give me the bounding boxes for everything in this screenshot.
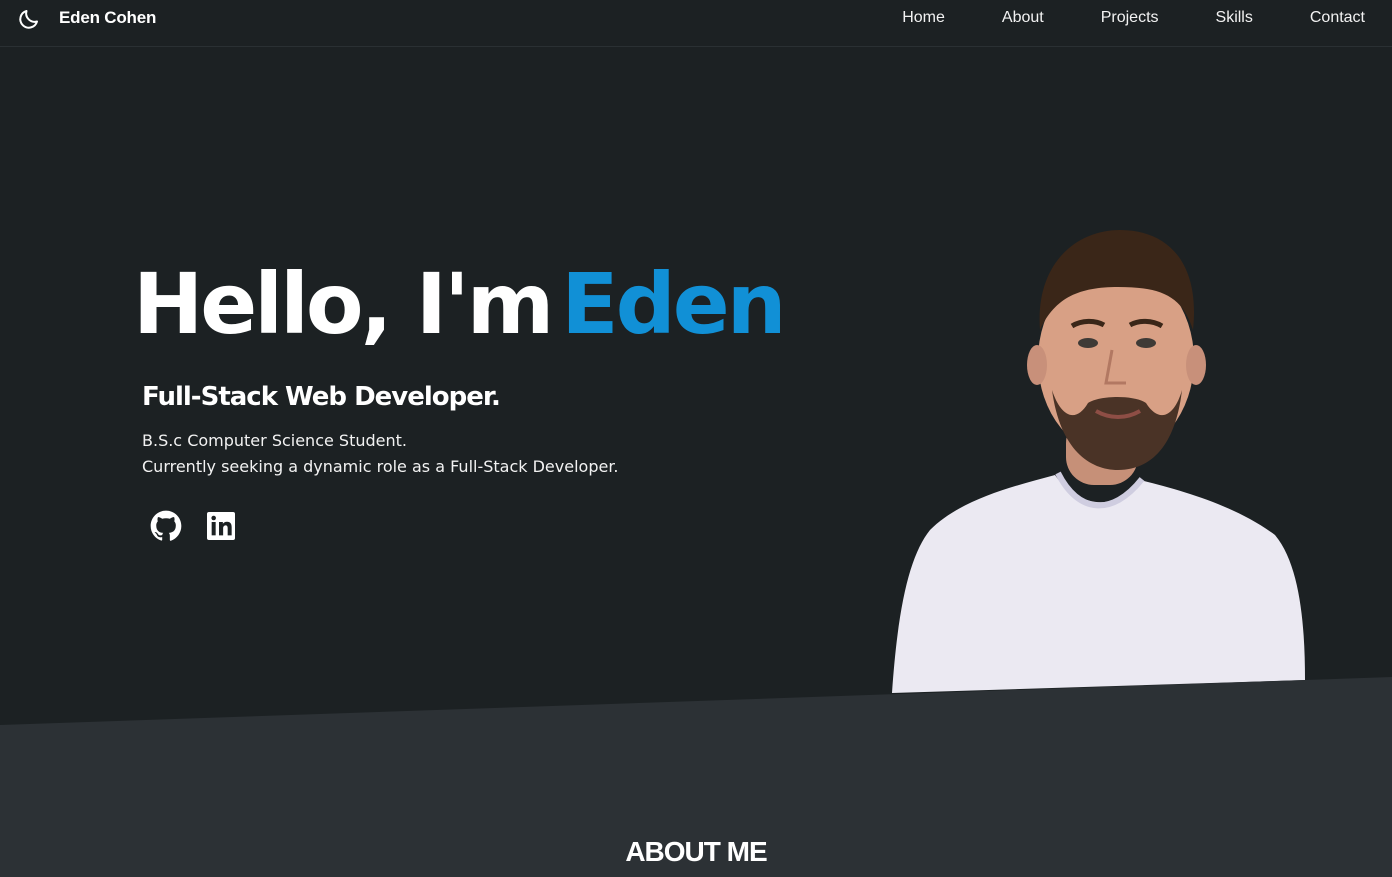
nav-link-home[interactable]: Home <box>902 9 945 27</box>
nav-link-contact[interactable]: Contact <box>1310 9 1365 27</box>
nav-link-skills[interactable]: Skills <box>1216 9 1253 27</box>
hero-greeting: Hello, I'm <box>133 255 554 353</box>
hero-line: B.S.c Computer Science Student. <box>142 431 407 450</box>
profile-photo <box>892 230 1305 693</box>
about-title: ABOUT ME <box>625 836 767 867</box>
hero-line: Currently seeking a dynamic role as a Fu… <box>142 457 619 476</box>
moon-icon[interactable] <box>17 7 41 31</box>
brand-name[interactable]: Eden Cohen <box>59 8 156 28</box>
github-icon[interactable] <box>150 510 182 542</box>
nav-links: Home About Projects Skills Contact <box>845 9 1365 27</box>
social-links <box>150 510 260 542</box>
nav-link-about[interactable]: About <box>1002 9 1044 27</box>
nav-link-projects[interactable]: Projects <box>1101 9 1159 27</box>
linkedin-icon[interactable] <box>205 510 237 542</box>
hero-name: Eden <box>561 255 786 353</box>
hero-title: Hello, I'm Eden <box>133 254 787 355</box>
top-navbar: Eden Cohen Home About Projects Skills Co… <box>0 0 1392 47</box>
hero-description: B.S.c Computer Science Student. Currentl… <box>142 428 619 480</box>
hero-role: Full-Stack Web Developer. <box>142 382 501 412</box>
